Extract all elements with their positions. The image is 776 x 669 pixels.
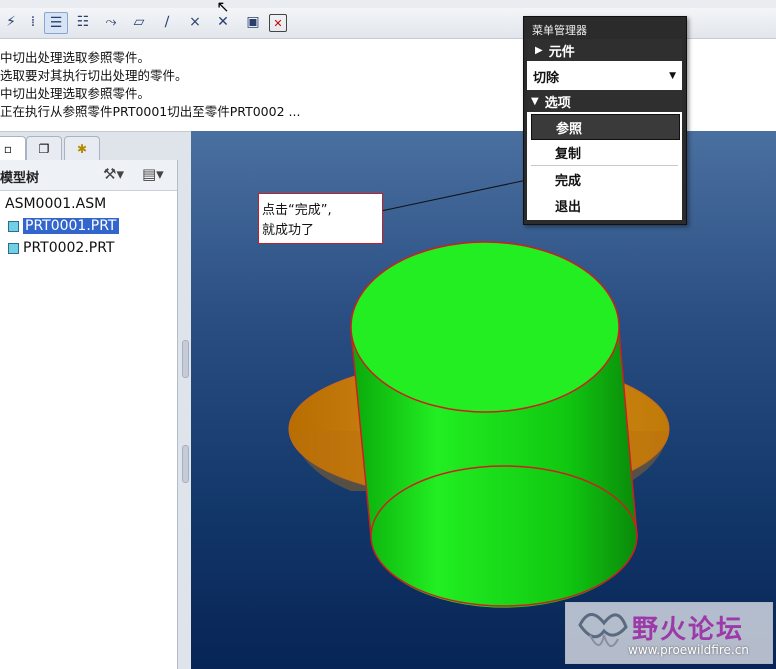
cut-dropdown-label: 切除 — [533, 70, 560, 86]
splitter-grip[interactable] — [182, 340, 189, 378]
tree-item-label: PRT0002.PRT — [23, 240, 115, 256]
watermark-title: 野火论坛 — [632, 615, 745, 645]
model-tree-icon: ▫ — [3, 142, 13, 156]
menu-item-done[interactable]: 完成 — [527, 168, 682, 190]
options-header[interactable]: ▼ 选项 — [527, 90, 682, 112]
menu-manager-title: 菜单管理器 — [532, 24, 587, 37]
panel-splitter[interactable] — [178, 160, 190, 669]
tree-root[interactable]: ASM0001.ASM — [5, 196, 106, 212]
callout-leader — [380, 179, 528, 212]
message-line: 中切出处理选取参照零件。 — [0, 50, 151, 65]
callout-line2: 就成功了 — [262, 223, 315, 238]
butterfly-logo-icon — [578, 613, 628, 647]
close-window-icon[interactable]: ✕ — [269, 14, 287, 32]
triangle-right-icon: ▶ — [535, 44, 543, 56]
splitter-grip[interactable] — [182, 445, 189, 483]
model-tree-header: 模型树 ⚒▾ ▤▾ — [0, 160, 177, 191]
toolbar-top-strip — [0, 0, 776, 8]
tab-model-tree[interactable]: ▫ — [0, 136, 26, 161]
csys-icon[interactable]: ∕ — [156, 12, 178, 32]
menu-item-label: 完成 — [555, 173, 582, 189]
menu-manager-body: ▶ 元件 切除 ▼ ▼ 选项 参照 复制 完成 退出 — [527, 39, 682, 220]
model-tree-panel: 模型树 ⚒▾ ▤▾ ASM0001.ASM PRT0001.PRT PRT000… — [0, 160, 178, 669]
plane-icon[interactable]: ▱ — [128, 12, 150, 32]
tab-layers[interactable]: ❐ — [26, 136, 62, 161]
menu-manager: 菜单管理器 ▶ 元件 切除 ▼ ▼ 选项 参照 复制 完成 退出 — [523, 16, 687, 225]
layer-icon: ❐ — [38, 142, 50, 156]
axis-icon[interactable]: ⤳ — [100, 12, 122, 32]
watermark-url: www.proewildfire.cn — [628, 643, 749, 657]
menu-item-label: 退出 — [555, 199, 582, 215]
favorites-icon: ✱ — [76, 142, 88, 156]
tree-filter-icon[interactable]: ▤▾ — [142, 165, 164, 183]
callout-line1: 点击“完成”, — [262, 203, 332, 218]
tree-item-label: PRT0001.PRT — [23, 218, 119, 234]
settings-icon[interactable]: ⚒▾ — [103, 165, 124, 183]
callout-note: 点击“完成”, 就成功了 — [258, 193, 383, 244]
menu-divider — [531, 165, 678, 166]
tab-favorites[interactable]: ✱ — [64, 136, 100, 161]
tree-item-prt0002[interactable]: PRT0002.PRT — [8, 240, 115, 256]
cursor-icon: ↖ — [216, 0, 230, 16]
tree-root-label: ASM0001.ASM — [5, 196, 107, 212]
cylinder-top-face — [350, 241, 620, 413]
part-icon — [8, 242, 19, 254]
repaint-icon[interactable]: ☷ — [72, 12, 94, 32]
message-line: 中切出处理选取参照零件。 — [0, 86, 151, 101]
filter-icon[interactable]: ☰ — [44, 12, 68, 34]
menu-item-label: 复制 — [555, 146, 582, 162]
options-header-label: 选项 — [544, 95, 571, 111]
menu-item-label: 参照 — [556, 121, 583, 137]
grid-icon[interactable]: ⁞ — [22, 12, 44, 32]
part-icon — [8, 220, 19, 232]
element-header-label: 元件 — [548, 44, 575, 60]
navigator-tabs: ▫ ❐ ✱ — [0, 132, 190, 162]
message-line: 正在执行从参照零件PRT0001切出至零件PRT0002 ... — [0, 104, 301, 119]
menu-item-quit[interactable]: 退出 — [527, 194, 682, 216]
point-icon[interactable]: × — [184, 12, 206, 32]
window-icon[interactable]: ▣ — [242, 12, 264, 32]
menu-item-reference[interactable]: 参照 — [531, 114, 680, 140]
element-header[interactable]: ▶ 元件 — [527, 39, 682, 61]
forum-watermark: 野火论坛 www.proewildfire.cn — [565, 602, 773, 664]
triangle-down-icon: ▼ — [531, 95, 539, 107]
cut-dropdown[interactable]: 切除 ▼ — [527, 63, 682, 89]
tree-item-prt0001[interactable]: PRT0001.PRT — [8, 218, 119, 234]
dropdown-arrow-icon: ▼ — [669, 71, 676, 81]
menu-item-copy[interactable]: 复制 — [527, 141, 682, 163]
datum-icon[interactable]: ⚡ — [0, 12, 22, 32]
model-tree-title: 模型树 — [0, 171, 40, 186]
message-line: 选取要对其执行切出处理的零件。 — [0, 68, 188, 83]
